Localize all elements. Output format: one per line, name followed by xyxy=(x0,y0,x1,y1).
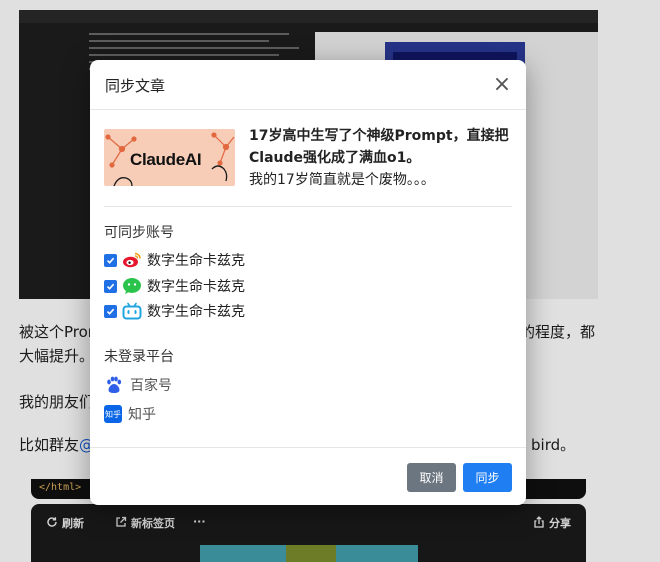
close-icon: × xyxy=(492,72,512,97)
thumbnail-brand: ClaudeAI xyxy=(130,150,202,169)
article-title: 17岁高中生写了个神级Prompt，直接把Claude强化成了满血o1。 xyxy=(249,128,509,166)
account-row-weibo[interactable]: 数字生命卡兹克 xyxy=(104,250,245,270)
sync-button[interactable]: 同步 xyxy=(463,463,512,492)
sync-article-dialog: 同步文章 × ClaudeAI 17岁高中生写了个神级Prompt，直接把Cla… xyxy=(90,60,526,505)
account-checkbox[interactable] xyxy=(104,279,117,293)
zhihu-icon-text: 知乎 xyxy=(105,409,121,419)
unlogged-platforms-label: 未登录平台 xyxy=(104,349,174,365)
article-subtitle: 我的17岁简直就是个废物。。。 xyxy=(249,172,435,188)
check-icon xyxy=(106,283,115,290)
account-checkbox[interactable] xyxy=(104,304,117,318)
syncable-accounts-label: 可同步账号 xyxy=(104,225,174,241)
bilibili-icon xyxy=(122,301,142,321)
account-row-wechat[interactable]: 数字生命卡兹克 xyxy=(104,276,245,296)
zhihu-icon: 知乎 xyxy=(104,405,122,423)
weibo-icon xyxy=(122,250,142,270)
article-card: ClaudeAI 17岁高中生写了个神级Prompt，直接把Claude强化成了… xyxy=(104,125,512,205)
check-icon xyxy=(106,308,115,315)
account-name: 数字生命卡兹克 xyxy=(147,253,245,269)
close-button[interactable]: × xyxy=(490,73,514,97)
dialog-header: 同步文章 × xyxy=(90,60,526,110)
platform-row-baijiahao[interactable]: 百家号 xyxy=(104,375,172,395)
dialog-footer: 取消 同步 xyxy=(90,447,526,505)
check-icon xyxy=(106,257,115,264)
platform-row-zhihu[interactable]: 知乎 知乎 xyxy=(104,404,156,424)
baijiahao-icon xyxy=(104,375,124,395)
dialog-title: 同步文章 xyxy=(105,77,166,95)
platform-name: 百家号 xyxy=(130,378,172,394)
cancel-button[interactable]: 取消 xyxy=(407,463,456,492)
wechat-icon xyxy=(122,276,142,296)
article-thumbnail: ClaudeAI xyxy=(104,129,235,186)
account-name: 数字生命卡兹克 xyxy=(147,279,245,295)
account-name: 数字生命卡兹克 xyxy=(147,304,245,320)
divider xyxy=(104,206,512,207)
account-row-bilibili[interactable]: 数字生命卡兹克 xyxy=(104,301,245,321)
platform-name: 知乎 xyxy=(128,407,156,423)
account-checkbox[interactable] xyxy=(104,253,117,267)
